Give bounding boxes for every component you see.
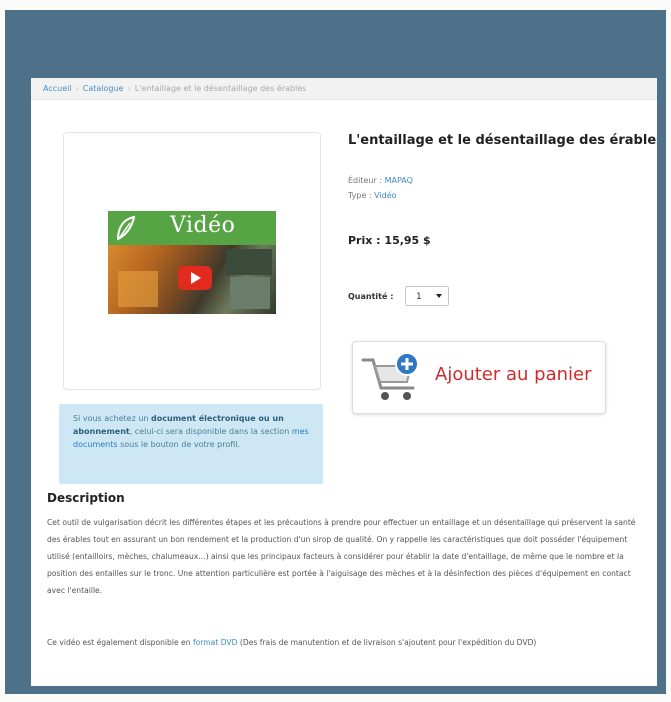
price-value: 15,95 $ bbox=[384, 234, 431, 247]
breadcrumb-separator: › bbox=[127, 84, 131, 93]
product-image-box: Vidéo bbox=[63, 132, 321, 390]
product-title: L'entaillage et le désentaillage des éra… bbox=[348, 133, 657, 148]
type-line: Type : Vidéo bbox=[348, 191, 397, 200]
description-text: Cet outil de vulgarisation décrit les di… bbox=[47, 518, 636, 595]
price-label: Prix : bbox=[348, 234, 385, 247]
notice-text: , celui-ci sera disponible dans la secti… bbox=[129, 427, 292, 436]
dvd-note: Ce vidéo est également disponible en for… bbox=[47, 634, 643, 651]
thumbnail-title: Vidéo bbox=[170, 213, 236, 238]
electronic-document-notice: Si vous achetez un document électronique… bbox=[59, 404, 323, 484]
quantity-select[interactable]: 1 bbox=[405, 286, 449, 306]
quantity-label: Quantité : bbox=[348, 292, 394, 301]
product-page: Accueil › Catalogue › L'entaillage et le dés… bbox=[31, 78, 657, 686]
publisher-label: Éditeur : bbox=[348, 176, 385, 185]
dvd-note-text: Ce vidéo est également disponible en bbox=[47, 638, 193, 647]
description-heading: Description bbox=[47, 491, 125, 505]
type-link[interactable]: Vidéo bbox=[374, 191, 396, 200]
type-label: Type : bbox=[348, 191, 375, 200]
chevron-down-icon bbox=[436, 294, 442, 298]
dvd-note-text: (Des frais de manutention et de livraiso… bbox=[237, 638, 537, 647]
breadcrumb-separator: › bbox=[75, 84, 79, 93]
notice-text: Si vous achetez un bbox=[73, 414, 152, 423]
shopping-cart-icon bbox=[361, 352, 419, 400]
breadcrumb: Accueil › Catalogue › L'entaillage et le dés… bbox=[31, 78, 657, 100]
dvd-format-link[interactable]: format DVD bbox=[193, 638, 238, 647]
product-thumbnail[interactable]: Vidéo bbox=[108, 211, 276, 314]
product-price: Prix : 15,95 $ bbox=[348, 234, 431, 247]
thumbnail-photo-segment bbox=[226, 249, 272, 275]
breadcrumb-current: L'entaillage et le désentaillage des éra… bbox=[134, 84, 307, 93]
quantity-value: 1 bbox=[416, 292, 422, 302]
thumbnail-photo-segment bbox=[230, 277, 270, 309]
notice-text: sous le bouton de votre profil. bbox=[117, 440, 241, 449]
add-to-cart-label: Ajouter au panier bbox=[435, 364, 592, 385]
thumbnail-photo-segment bbox=[118, 271, 158, 307]
breadcrumb-home-link[interactable]: Accueil bbox=[43, 84, 72, 93]
publisher-link[interactable]: MAPAQ bbox=[385, 176, 413, 185]
add-to-cart-button[interactable]: Ajouter au panier bbox=[352, 341, 606, 414]
play-icon[interactable] bbox=[178, 266, 212, 290]
publisher-line: Éditeur : MAPAQ bbox=[348, 176, 413, 185]
leaf-icon bbox=[116, 215, 136, 241]
breadcrumb-catalog-link[interactable]: Catalogue bbox=[83, 84, 124, 93]
